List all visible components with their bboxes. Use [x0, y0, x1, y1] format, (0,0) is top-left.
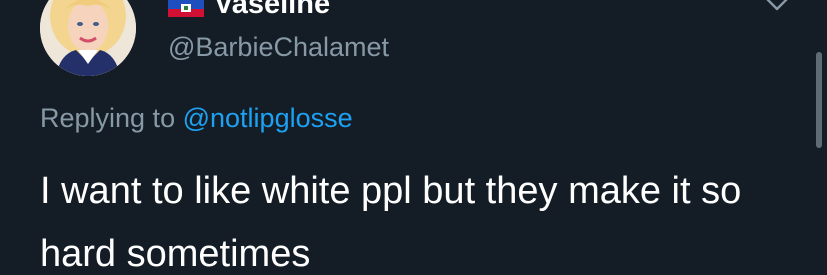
tweet: Vaseline @BarbieChalamet Replying to @no…	[0, 0, 827, 275]
scrollbar[interactable]	[816, 52, 822, 148]
replying-to: Replying to @notlipglosse	[40, 100, 353, 136]
haiti-flag-icon	[168, 0, 204, 17]
replying-to-label: Replying to	[40, 103, 176, 133]
user-handle[interactable]: @BarbieChalamet	[168, 30, 389, 64]
replying-to-mention[interactable]: @notlipglosse	[183, 103, 353, 133]
avatar[interactable]	[40, 0, 136, 76]
tweet-text: I want to like white ppl but they make i…	[40, 170, 742, 275]
chevron-down-icon[interactable]	[764, 0, 790, 14]
avatar-image	[40, 0, 136, 76]
display-name[interactable]: Vaseline	[214, 0, 330, 21]
